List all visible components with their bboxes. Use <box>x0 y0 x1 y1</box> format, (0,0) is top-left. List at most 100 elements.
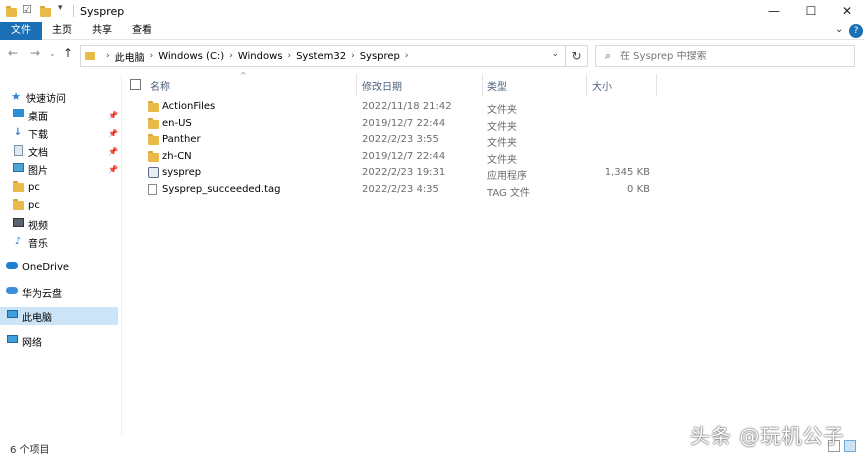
refresh-button[interactable]: ↻ <box>566 45 588 67</box>
breadcrumb-windows-c[interactable]: Windows (C:) <box>158 51 224 62</box>
file-date: 2019/12/7 22:44 <box>362 151 446 162</box>
nav-documents[interactable]: 文档 📌 <box>0 142 118 160</box>
nav-downloads[interactable]: ↓ 下载 📌 <box>0 124 118 142</box>
star-icon: ★ <box>11 90 21 103</box>
nav-quick-access[interactable]: ★ 快速访问 <box>0 88 118 106</box>
close-button[interactable]: ✕ <box>829 0 865 22</box>
cloud-icon <box>6 287 18 294</box>
file-type: 文件夹 <box>487 122 517 133</box>
nav-pc-folder-1[interactable]: pc <box>0 178 118 196</box>
file-name: sysprep <box>162 167 202 178</box>
file-name: en-US <box>162 118 192 129</box>
tab-home[interactable]: 主页 <box>44 22 80 40</box>
file-row-sysprep-succeeded-tag[interactable]: Sysprep_succeeded.tag 2022/2/23 4:35 TAG… <box>124 182 664 199</box>
navigation-pane: ★ 快速访问 桌面 📌 ↓ 下载 📌 文档 📌 图片 📌 pc pc 视频 ♪ … <box>0 80 120 435</box>
folder-icon <box>148 118 159 129</box>
select-all-checkbox[interactable] <box>130 79 141 90</box>
file-date: 2022/2/23 4:35 <box>362 184 439 195</box>
maximize-button[interactable]: ☐ <box>793 0 829 22</box>
column-header-size[interactable]: 大小 <box>592 74 652 96</box>
onedrive-icon <box>6 262 18 269</box>
help-icon[interactable]: ? <box>849 24 863 38</box>
file-row-sysprep[interactable]: sysprep 2022/2/23 19:31 应用程序 1,345 KB <box>124 165 664 182</box>
file-row-zh-cn[interactable]: zh-CN 2019/12/7 22:44 文件夹 <box>124 149 664 166</box>
file-name: Panther <box>162 134 201 145</box>
video-icon <box>12 218 24 227</box>
column-header-name[interactable]: 名称 <box>150 74 355 96</box>
properties-icon[interactable]: ☑ <box>22 3 32 16</box>
folder-icon <box>148 101 159 112</box>
nav-network[interactable]: 网络 <box>0 332 118 350</box>
expand-ribbon-icon[interactable]: ⌄ <box>835 24 843 35</box>
folder-icon <box>148 134 159 145</box>
tab-view[interactable]: 查看 <box>124 22 160 40</box>
customize-toolbar-icon[interactable]: ▾ <box>58 3 63 13</box>
column-divider[interactable] <box>656 74 657 96</box>
folder-icon <box>6 6 17 17</box>
file-date: 2022/2/23 19:31 <box>362 167 446 178</box>
nav-videos[interactable]: 视频 <box>0 215 118 233</box>
watermark: 头条 @玩机公子 <box>690 424 845 448</box>
nav-this-pc[interactable]: 此电脑 <box>0 307 118 325</box>
file-date: 2022/2/23 3:55 <box>362 134 439 145</box>
file-type: 文件夹 <box>487 138 517 149</box>
column-header-type[interactable]: 类型 <box>487 74 582 96</box>
file-size: 1,345 KB <box>604 167 650 178</box>
tab-file[interactable]: 文件 <box>0 22 42 40</box>
file-row-actionfiles[interactable]: ActionFiles 2022/11/18 21:42 文件夹 <box>124 99 664 116</box>
column-divider[interactable] <box>586 74 587 96</box>
tab-share[interactable]: 共享 <box>84 22 120 40</box>
file-date: 2022/11/18 21:42 <box>362 101 452 112</box>
back-arrow-icon[interactable]: ← <box>8 46 18 60</box>
recent-locations-icon[interactable]: ⌄ <box>49 49 56 58</box>
file-type: 文件夹 <box>487 105 517 116</box>
computer-icon <box>6 310 18 318</box>
forward-arrow-icon[interactable]: → <box>30 46 40 60</box>
folder-icon <box>85 52 95 60</box>
pin-icon: 📌 <box>108 128 118 138</box>
breadcrumb-sysprep[interactable]: Sysprep <box>360 51 400 62</box>
network-icon <box>6 335 18 343</box>
breadcrumb: › 此电脑 › Windows (C:) › Windows › System3… <box>106 49 409 64</box>
file-size: 0 KB <box>627 184 650 195</box>
breadcrumb-system32[interactable]: System32 <box>296 51 346 62</box>
new-folder-icon[interactable] <box>40 6 51 17</box>
nav-pc-folder-2[interactable]: pc <box>0 196 118 214</box>
breadcrumb-windows[interactable]: Windows <box>238 51 283 62</box>
column-divider[interactable] <box>482 74 483 96</box>
window-title: Sysprep <box>80 5 125 18</box>
column-header-date[interactable]: 修改日期 <box>362 74 480 96</box>
file-type: TAG 文件 <box>487 188 530 199</box>
nav-desktop[interactable]: 桌面 📌 <box>0 106 118 124</box>
application-icon <box>148 167 159 178</box>
nav-music[interactable]: ♪ 音乐 <box>0 233 118 251</box>
address-bar[interactable]: › 此电脑 › Windows (C:) › Windows › System3… <box>80 45 566 67</box>
ribbon: 文件 主页 共享 查看 ⌄ ? <box>0 22 865 40</box>
up-arrow-icon[interactable]: ↑ <box>63 46 73 60</box>
column-divider[interactable] <box>356 74 357 96</box>
download-icon: ↓ <box>13 127 23 138</box>
desktop-icon <box>12 109 24 117</box>
music-icon: ♪ <box>14 236 22 247</box>
folder-icon <box>148 151 159 162</box>
file-icon <box>148 184 157 195</box>
nav-onedrive[interactable]: OneDrive <box>0 258 118 276</box>
folder-icon <box>12 199 24 210</box>
file-type: 应用程序 <box>487 171 527 182</box>
address-dropdown-icon[interactable]: ⌄ <box>551 49 559 59</box>
nav-pictures[interactable]: 图片 📌 <box>0 160 118 178</box>
folder-icon <box>12 181 24 192</box>
nav-huawei-cloud[interactable]: 华为云盘 <box>0 283 118 301</box>
file-row-panther[interactable]: Panther 2022/2/23 3:55 文件夹 <box>124 132 664 149</box>
breadcrumb-this-pc[interactable]: 此电脑 <box>115 49 145 64</box>
search-input[interactable] <box>620 50 840 62</box>
minimize-button[interactable]: — <box>756 0 792 22</box>
large-icons-view-button[interactable] <box>844 440 856 452</box>
pin-icon: 📌 <box>108 146 118 156</box>
file-date: 2019/12/7 22:44 <box>362 118 446 129</box>
divider <box>73 5 74 17</box>
pane-divider[interactable] <box>121 74 122 436</box>
pin-icon: 📌 <box>108 110 118 120</box>
search-box[interactable]: ⌕ <box>595 45 855 67</box>
file-row-en-us[interactable]: en-US 2019/12/7 22:44 文件夹 <box>124 116 664 133</box>
